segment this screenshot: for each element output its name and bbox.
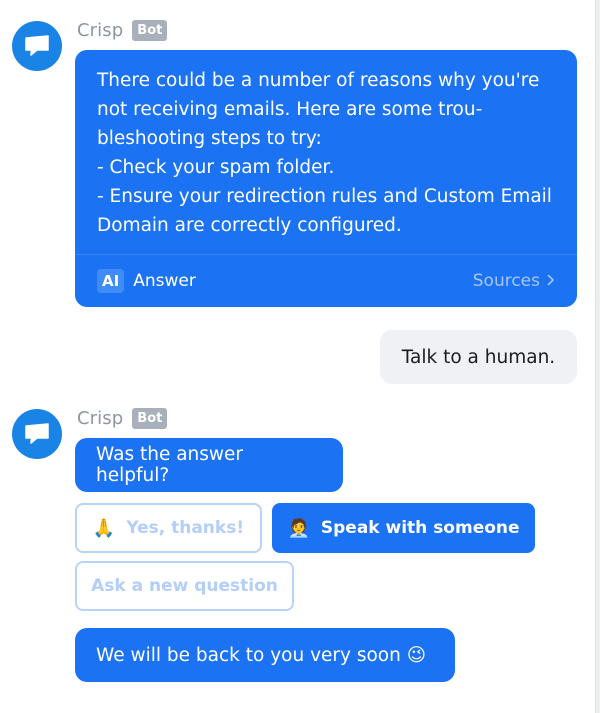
bot-followup-bubble: We will be back to you very soon 😉 bbox=[75, 628, 455, 682]
message-sender: Crisp Bot bbox=[77, 406, 168, 430]
speak-with-someone-button[interactable]: 🧑‍💼 Speak with someone bbox=[272, 503, 535, 553]
sources-label: Sources bbox=[472, 271, 540, 291]
praying-hands-icon: 🙏 bbox=[92, 517, 116, 539]
bot-question-text: Was the answer helpful? bbox=[96, 444, 244, 486]
chat-bubble-icon bbox=[25, 35, 49, 56]
bot-badge: Bot bbox=[132, 19, 168, 41]
ai-badge: AI bbox=[97, 269, 125, 293]
yes-thanks-button[interactable]: 🙏 Yes, thanks! bbox=[75, 503, 262, 553]
sender-name: Crisp bbox=[77, 19, 124, 41]
chat-bubble-icon bbox=[25, 423, 49, 444]
ai-answer-text: There could be a number of reasons why y… bbox=[97, 70, 552, 236]
ai-answer-bubble: There could be a number of reasons why y… bbox=[75, 50, 577, 307]
crisp-avatar-icon bbox=[12, 21, 62, 71]
chat-conversation: Crisp Bot There could be a number of rea… bbox=[0, 0, 600, 713]
user-message-text: Talk to a human. bbox=[401, 346, 556, 368]
answer-label: Answer bbox=[133, 271, 196, 291]
crisp-avatar-icon bbox=[12, 409, 62, 459]
scrollbar-track[interactable] bbox=[595, 0, 600, 713]
sender-name: Crisp bbox=[77, 407, 124, 429]
bot-badge: Bot bbox=[132, 407, 168, 429]
user-message-bubble: Talk to a human. bbox=[380, 330, 577, 384]
yes-thanks-label: Yes, thanks! bbox=[126, 518, 245, 538]
message-sender: Crisp Bot bbox=[77, 18, 168, 42]
person-icon: 🧑‍💼 bbox=[287, 517, 310, 539]
speak-with-someone-label: Speak with someone bbox=[320, 518, 520, 538]
chevron-right-icon bbox=[547, 271, 555, 291]
sources-link[interactable]: Sources bbox=[473, 271, 555, 291]
bot-question-bubble: Was the answer helpful? bbox=[75, 438, 343, 492]
bot-followup-text: We will be back to you very soon 😉 bbox=[96, 644, 427, 666]
ai-answer-footer: AI Answer Sources bbox=[75, 254, 577, 307]
ask-new-question-label: Ask a new question bbox=[91, 576, 278, 596]
ask-new-question-button[interactable]: Ask a new question bbox=[75, 561, 294, 611]
